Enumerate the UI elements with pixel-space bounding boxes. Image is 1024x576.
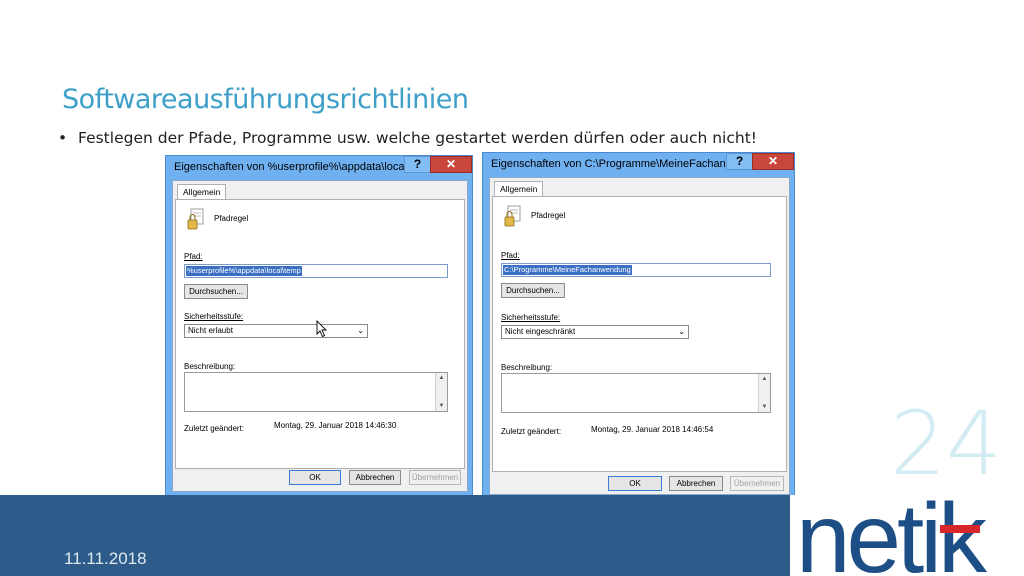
dialog-body: Allgemein Pfadregel Pfad: %userprofile%\… (172, 180, 468, 492)
path-value: %userprofile%\appdata\local\temp (186, 266, 302, 276)
slide-number: 24 (890, 392, 1002, 495)
properties-dialog-temp: Eigenschaften von %userprofile%\appdata\… (165, 155, 473, 497)
last-changed-value: Montag, 29. Januar 2018 14:46:54 (591, 425, 714, 434)
netik-logo: netik (790, 495, 1024, 576)
close-button[interactable]: ✕ (752, 153, 794, 170)
dialog-title: Eigenschaften von C:\Programme\MeineFach… (491, 158, 735, 170)
scroll-down-icon[interactable]: ▼ (436, 401, 447, 411)
path-input[interactable]: C:\Programme\MeineFachanwendung (501, 263, 771, 277)
scroll-down-icon[interactable]: ▼ (759, 402, 770, 412)
close-icon: ✕ (767, 154, 779, 168)
security-level-value: Nicht eingeschränkt (505, 327, 576, 336)
path-rule-icon (504, 205, 521, 227)
close-button[interactable]: ✕ (430, 156, 472, 173)
minimize-icon: ? (413, 157, 422, 171)
description-scrollbar[interactable]: ▲ ▼ (758, 374, 770, 412)
description-label: Beschreibung: (501, 363, 553, 372)
rule-type-label: Pfadregel (214, 214, 249, 223)
security-level-value: Nicht erlaubt (188, 326, 233, 335)
footer-date: 11.11.2018 (64, 549, 147, 568)
close-icon: ✕ (445, 157, 457, 171)
tab-general[interactable]: Allgemein (494, 181, 544, 197)
apply-button[interactable]: Übernehmen (409, 470, 461, 485)
description-textarea[interactable]: ▲ ▼ (501, 373, 771, 413)
mouse-cursor-icon (316, 320, 328, 338)
chevron-down-icon: ⌄ (357, 326, 364, 335)
path-label: Pfad: (184, 252, 203, 261)
path-value: C:\Programme\MeineFachanwendung (503, 265, 632, 275)
minimize-button[interactable]: ? (726, 153, 753, 170)
description-textarea[interactable]: ▲ ▼ (184, 372, 448, 412)
dialog-title: Eigenschaften von %userprofile%\appdata\… (174, 161, 414, 173)
cancel-button[interactable]: Abbrechen (349, 470, 401, 485)
rule-type-label: Pfadregel (531, 211, 566, 220)
scroll-up-icon[interactable]: ▲ (759, 374, 770, 384)
tab-panel: Pfadregel Pfad: %userprofile%\appdata\lo… (175, 199, 465, 469)
security-level-select[interactable]: Nicht erlaubt ⌄ (184, 324, 368, 338)
tab-panel: Pfadregel Pfad: C:\Programme\MeineFachan… (492, 196, 787, 472)
chevron-down-icon: ⌄ (678, 327, 685, 336)
browse-button[interactable]: Durchsuchen... (501, 283, 565, 298)
last-changed-label: Zuletzt geändert: (501, 427, 562, 436)
minimize-button[interactable]: ? (404, 156, 431, 173)
slide-title: Softwareausführungsrichtlinien (62, 84, 469, 115)
minimize-icon: ? (735, 154, 744, 168)
last-changed-value: Montag, 29. Januar 2018 14:46:30 (274, 421, 397, 430)
bullet-dot: • (58, 129, 68, 147)
bullet-text: Festlegen der Pfade, Programme usw. welc… (78, 129, 757, 147)
last-changed-label: Zuletzt geändert: (184, 424, 245, 433)
ok-button[interactable]: OK (289, 470, 341, 485)
cancel-button[interactable]: Abbrechen (669, 476, 723, 491)
properties-dialog-program: Eigenschaften von C:\Programme\MeineFach… (482, 152, 795, 500)
tab-general[interactable]: Allgemein (177, 184, 227, 200)
browse-button[interactable]: Durchsuchen... (184, 284, 248, 299)
security-level-label: Sicherheitsstufe: (184, 312, 244, 321)
logo-text: netik (796, 495, 987, 576)
path-rule-icon (187, 208, 204, 230)
logo-accent-bar (940, 525, 980, 533)
ok-button[interactable]: OK (608, 476, 662, 491)
path-label: Pfad: (501, 251, 520, 260)
path-input[interactable]: %userprofile%\appdata\local\temp (184, 264, 448, 278)
apply-button[interactable]: Übernehmen (730, 476, 784, 491)
bullet-item: • Festlegen der Pfade, Programme usw. wel… (58, 129, 757, 147)
description-scrollbar[interactable]: ▲ ▼ (435, 373, 447, 411)
description-label: Beschreibung: (184, 362, 236, 371)
security-level-label: Sicherheitsstufe: (501, 313, 561, 322)
scroll-up-icon[interactable]: ▲ (436, 373, 447, 383)
dialog-body: Allgemein Pfadregel Pfad: C:\Programme\M… (489, 177, 790, 495)
security-level-select[interactable]: Nicht eingeschränkt ⌄ (501, 325, 689, 339)
